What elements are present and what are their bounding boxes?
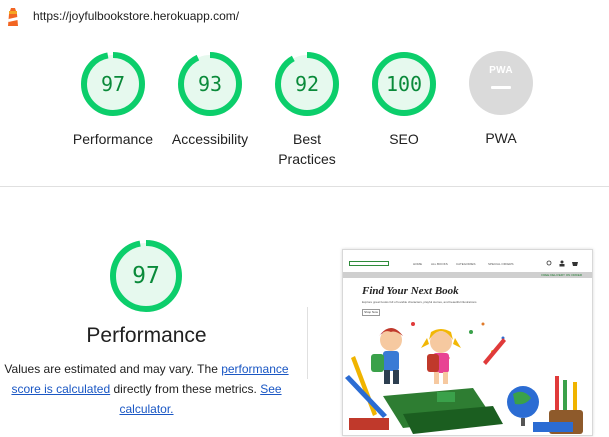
- desc-text: Values are estimated and may vary. The: [4, 362, 222, 376]
- category-label: Accessibility: [171, 131, 249, 147]
- gauge-performance[interactable]: 97 Performance: [58, 45, 168, 149]
- performance-description: Values are estimated and may vary. The p…: [4, 359, 289, 419]
- thumb-hero-title: Find Your Next Book: [362, 285, 459, 297]
- category-label: PWA: [485, 130, 517, 146]
- pwa-not-applicable-icon: [491, 86, 511, 89]
- performance-score: 97: [132, 263, 160, 289]
- lighthouse-icon: [8, 8, 18, 26]
- gauge-pwa[interactable]: PWA PWA: [446, 45, 556, 148]
- thumb-nav-link: SPECIAL OFFERS: [488, 262, 514, 266]
- thumb-nav: HOME ALL BOOKS CATEGORIES SPECIAL OFFERS: [343, 250, 592, 270]
- section-divider: [0, 186, 609, 187]
- gauge-seo[interactable]: 100 SEO: [349, 45, 459, 149]
- thumb-nav-link: HOME: [413, 262, 422, 266]
- category-gauges: 97 Performance 93 Accessibility 92 Best …: [0, 45, 609, 180]
- score-ring: 92: [274, 51, 340, 117]
- score-ring: 97: [80, 51, 146, 117]
- page-url[interactable]: https://joyfulbookstore.herokuapp.com/: [33, 9, 239, 23]
- thumb-hero-button: Shop Now: [362, 309, 380, 316]
- thumb-icons: [546, 260, 578, 267]
- thumb-free-delivery: FREE DELIVERY ON ORDER: [541, 273, 582, 277]
- thumb-hero-subtitle: Explore great books full of lovable char…: [362, 300, 477, 304]
- score-value: 93: [197, 72, 223, 96]
- site-logo: [349, 261, 389, 266]
- performance-title: Performance: [86, 324, 207, 347]
- desc-text: directly from these metrics.: [110, 382, 261, 396]
- category-label: Best Practices: [278, 131, 336, 167]
- score-value: 100: [385, 72, 423, 96]
- score-value: 92: [294, 72, 320, 96]
- vertical-divider: [307, 307, 308, 379]
- category-label: SEO: [389, 131, 419, 147]
- gauge-best-practices[interactable]: 92 Best Practices: [252, 45, 362, 169]
- report-header: https://joyfulbookstore.herokuapp.com/: [0, 0, 609, 33]
- thumb-delivery-bar: FREE DELIVERY ON ORDER: [343, 272, 592, 278]
- thumb-nav-link: ALL BOOKS: [431, 262, 448, 266]
- pwa-badge: PWA: [469, 51, 533, 115]
- final-screenshot[interactable]: HOME ALL BOOKS CATEGORIES SPECIAL OFFERS…: [342, 249, 593, 436]
- performance-gauge: 97: [109, 239, 183, 313]
- pwa-badge-text: PWA: [489, 65, 513, 76]
- score-ring: 100: [371, 51, 437, 117]
- category-label: Performance: [72, 131, 154, 147]
- gauge-accessibility[interactable]: 93 Accessibility: [155, 45, 265, 149]
- score-value: 97: [100, 72, 126, 96]
- hero-illustration: [345, 322, 583, 434]
- score-ring: 93: [177, 51, 243, 117]
- thumb-nav-link: CATEGORIES: [456, 262, 476, 266]
